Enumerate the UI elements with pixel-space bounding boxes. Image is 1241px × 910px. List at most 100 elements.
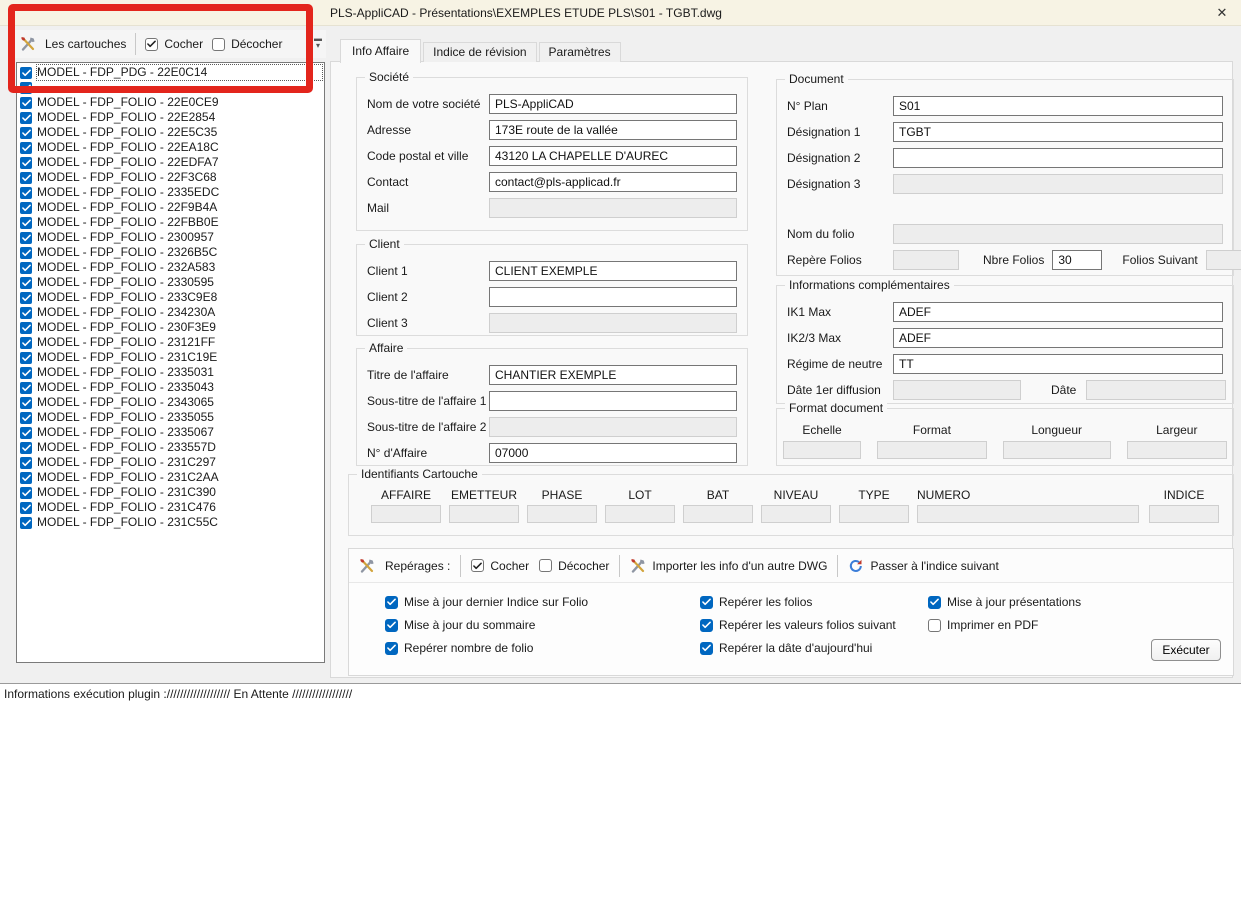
checkbox-box[interactable] (20, 127, 32, 139)
checkbox-box[interactable] (385, 596, 398, 609)
list-item-obscured[interactable] (17, 80, 324, 95)
checkbox-box[interactable] (20, 232, 32, 244)
list-item[interactable]: MODEL - FDP_FOLIO - 230F3E9 (17, 320, 324, 335)
sous-titre1-field[interactable] (489, 391, 737, 411)
checkbox-box[interactable] (539, 559, 552, 572)
list-item[interactable]: MODEL - FDP_FOLIO - 231C476 (17, 500, 324, 515)
list-item[interactable]: MODEL - FDP_FOLIO - 231C55C (17, 515, 324, 530)
list-item[interactable]: MODEL - FDP_FOLIO - 231C19E (17, 350, 324, 365)
checkbox-box[interactable] (385, 619, 398, 632)
checkbox-box[interactable] (20, 262, 32, 274)
regime-neutre-field[interactable] (893, 354, 1223, 374)
list-item[interactable]: MODEL - FDP_FOLIO - 231C2AA (17, 470, 324, 485)
checkbox-box[interactable] (928, 619, 941, 632)
checkbox-box[interactable] (20, 427, 32, 439)
list-item[interactable]: MODEL - FDP_FOLIO - 22E5C35 (17, 125, 324, 140)
checkbox-box[interactable] (20, 292, 32, 304)
designation1-field[interactable] (893, 122, 1223, 142)
cocher-all-checkbox[interactable]: Cocher (145, 37, 203, 51)
checkbox-box[interactable] (20, 277, 32, 289)
checkbox-box[interactable] (471, 559, 484, 572)
checkbox-box[interactable] (20, 517, 32, 529)
cartouche-list[interactable]: MODEL - FDP_PDG - 22E0C14 MODEL - FDP_FO… (16, 62, 325, 663)
checkbox-box[interactable] (20, 442, 32, 454)
checkbox-box[interactable] (20, 322, 32, 334)
list-item[interactable]: MODEL - FDP_FOLIO - 2335055 (17, 410, 324, 425)
option-reperer-valeurs-folios[interactable]: Repérer les valeurs folios suivant (700, 618, 928, 632)
option-reperer-nombre-folio[interactable]: Repérer nombre de folio (385, 641, 700, 655)
list-item[interactable]: MODEL - FDP_FOLIO - 2335067 (17, 425, 324, 440)
option-reperer-date[interactable]: Repérer la dâte d'aujourd'hui (700, 641, 928, 655)
toolbar-overflow-icon[interactable]: ▬▾ (312, 35, 324, 51)
checkbox-box[interactable] (20, 247, 32, 259)
checkbox-box[interactable] (20, 187, 32, 199)
nom-societe-field[interactable] (489, 94, 737, 114)
checkbox-box[interactable] (20, 502, 32, 514)
designation2-field[interactable] (893, 148, 1223, 168)
list-item[interactable]: MODEL - FDP_FOLIO - 22F9B4A (17, 200, 324, 215)
checkbox-box[interactable] (700, 596, 713, 609)
checkbox-box[interactable] (20, 142, 32, 154)
option-maj-indice-folio[interactable]: Mise à jour dernier Indice sur Folio (385, 595, 700, 609)
list-item[interactable]: MODEL - FDP_FOLIO - 233C9E8 (17, 290, 324, 305)
list-item[interactable]: MODEL - FDP_FOLIO - 22FBB0E (17, 215, 324, 230)
checkbox-box[interactable] (20, 112, 32, 124)
indice-suivant-button[interactable]: Passer à l'indice suivant (848, 558, 998, 574)
option-maj-presentations[interactable]: Mise à jour présentations (928, 595, 1081, 609)
checkbox-box[interactable] (700, 619, 713, 632)
titre-affaire-field[interactable] (489, 365, 737, 385)
list-item[interactable]: MODEL - FDP_FOLIO - 233557D (17, 440, 324, 455)
list-item[interactable]: MODEL - FDP_FOLIO - 22EDFA7 (17, 155, 324, 170)
checkbox-box[interactable] (20, 337, 32, 349)
list-item[interactable]: MODEL - FDP_FOLIO - 2300957 (17, 230, 324, 245)
checkbox-box[interactable] (212, 38, 225, 51)
tab-parametres[interactable]: Paramètres (539, 42, 621, 62)
checkbox-box[interactable] (20, 97, 32, 109)
tab-indice-revision[interactable]: Indice de révision (423, 42, 536, 62)
checkbox-box[interactable] (20, 472, 32, 484)
client2-field[interactable] (489, 287, 737, 307)
reperages-cocher-checkbox[interactable]: Cocher (471, 559, 529, 573)
checkbox-box[interactable] (20, 67, 32, 79)
adresse-field[interactable] (489, 120, 737, 140)
checkbox-box[interactable] (20, 382, 32, 394)
option-reperer-folios[interactable]: Repérer les folios (700, 595, 928, 609)
contact-field[interactable] (489, 172, 737, 192)
checkbox-box[interactable] (700, 642, 713, 655)
checkbox-box[interactable] (20, 352, 32, 364)
checkbox-box[interactable] (20, 82, 32, 94)
list-item[interactable]: MODEL - FDP_FOLIO - 2330595 (17, 275, 324, 290)
list-item[interactable]: MODEL - FDP_FOLIO - 2335EDC (17, 185, 324, 200)
ik23-max-field[interactable] (893, 328, 1223, 348)
list-item-selected[interactable]: MODEL - FDP_PDG - 22E0C14 (17, 65, 324, 80)
checkbox-box[interactable] (20, 487, 32, 499)
reperages-decocher-checkbox[interactable]: Décocher (539, 559, 609, 573)
checkbox-box[interactable] (145, 38, 158, 51)
client1-field[interactable] (489, 261, 737, 281)
list-item[interactable]: MODEL - FDP_FOLIO - 2326B5C (17, 245, 324, 260)
list-item[interactable]: MODEL - FDP_FOLIO - 2335031 (17, 365, 324, 380)
list-item[interactable]: MODEL - FDP_FOLIO - 231C390 (17, 485, 324, 500)
list-item[interactable]: MODEL - FDP_FOLIO - 22EA18C (17, 140, 324, 155)
checkbox-box[interactable] (385, 642, 398, 655)
list-item[interactable]: MODEL - FDP_FOLIO - 232A583 (17, 260, 324, 275)
checkbox-box[interactable] (20, 412, 32, 424)
tab-info-affaire[interactable]: Info Affaire (340, 39, 421, 63)
list-item[interactable]: MODEL - FDP_FOLIO - 234230A (17, 305, 324, 320)
checkbox-box[interactable] (20, 202, 32, 214)
list-item[interactable]: MODEL - FDP_FOLIO - 2335043 (17, 380, 324, 395)
list-item[interactable]: MODEL - FDP_FOLIO - 231C297 (17, 455, 324, 470)
option-imprimer-pdf[interactable]: Imprimer en PDF (928, 618, 1081, 632)
close-icon[interactable]: ✕ (1211, 3, 1233, 23)
option-maj-sommaire[interactable]: Mise à jour du sommaire (385, 618, 700, 632)
checkbox-box[interactable] (928, 596, 941, 609)
checkbox-box[interactable] (20, 217, 32, 229)
ik1-max-field[interactable] (893, 302, 1223, 322)
checkbox-box[interactable] (20, 307, 32, 319)
decocher-all-checkbox[interactable]: Décocher (212, 37, 282, 51)
list-item[interactable]: MODEL - FDP_FOLIO - 23121FF (17, 335, 324, 350)
num-affaire-field[interactable] (489, 443, 737, 463)
nbre-folios-field[interactable] (1052, 250, 1102, 270)
code-postal-field[interactable] (489, 146, 737, 166)
checkbox-box[interactable] (20, 157, 32, 169)
